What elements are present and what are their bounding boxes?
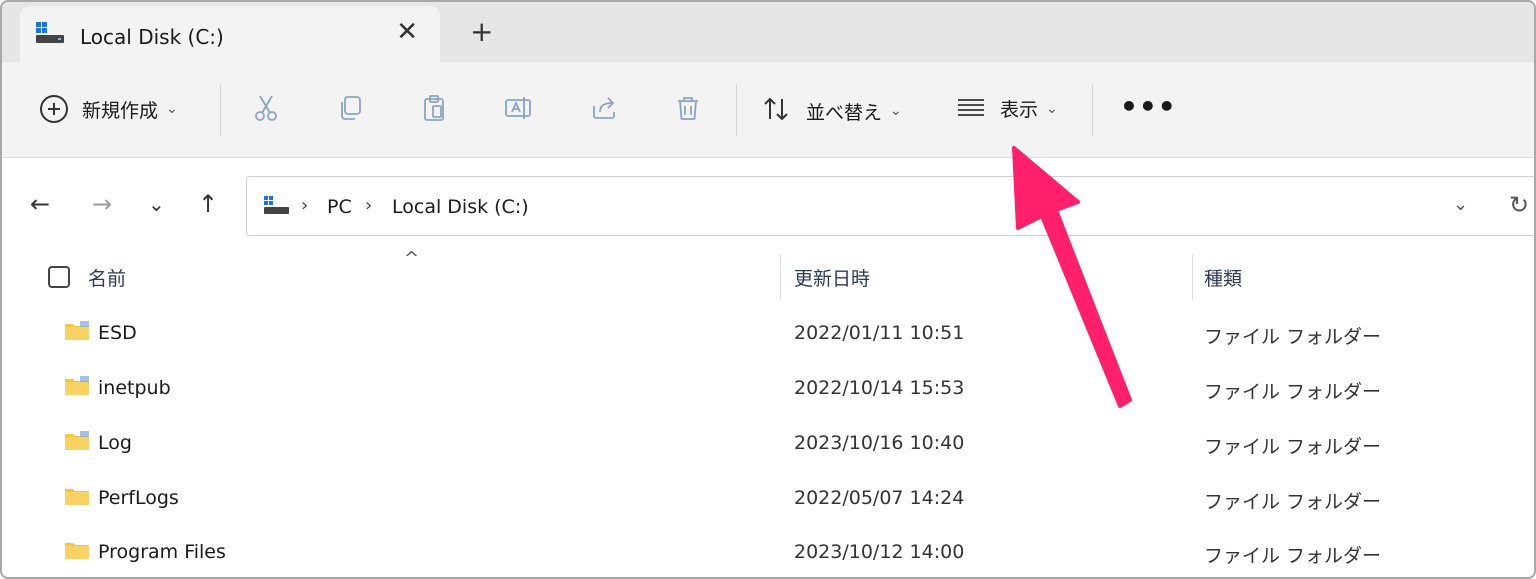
file-name: Log — [98, 432, 132, 454]
file-name: Program Files — [98, 541, 226, 563]
file-type: ファイル フォルダー — [1204, 545, 1382, 567]
cut-icon[interactable] — [250, 92, 282, 124]
more-options-button[interactable]: ••• — [1120, 90, 1177, 123]
toolbar-divider — [1092, 84, 1093, 136]
rename-icon[interactable] — [502, 92, 534, 124]
file-modified: 2023/10/12 14:00 — [794, 541, 965, 563]
file-type: ファイル フォルダー — [1204, 381, 1382, 403]
table-row[interactable]: Log 2023/10/16 10:40 ファイル フォルダー — [2, 416, 1534, 470]
column-divider[interactable] — [1192, 254, 1193, 300]
chevron-down-icon: ⌄ — [166, 101, 178, 117]
sort-icon — [762, 95, 792, 127]
toolbar-divider — [736, 84, 737, 136]
refresh-icon[interactable]: ↻ — [1509, 191, 1529, 219]
file-name: ESD — [98, 322, 137, 344]
copy-icon[interactable] — [334, 92, 366, 124]
column-header-modified[interactable]: 更新日時 — [794, 264, 870, 291]
drive-icon — [34, 20, 66, 50]
explorer-window: Local Disk (C:) ✕ + 新規作成 ⌄ 並べ替え ⌄ 表示 ⌄ •… — [0, 0, 1536, 579]
column-header-name[interactable]: 名前 — [88, 264, 126, 291]
delete-icon[interactable] — [672, 92, 704, 124]
close-icon[interactable]: ✕ — [396, 19, 418, 45]
paste-icon[interactable] — [418, 92, 450, 124]
view-label: 表示 — [1000, 99, 1039, 121]
forward-button[interactable]: → — [92, 192, 112, 216]
sort-button[interactable]: 並べ替え ⌄ — [762, 95, 902, 127]
view-button[interactable]: 表示 ⌄ — [956, 95, 1058, 122]
file-modified: 2023/10/16 10:40 — [794, 432, 965, 454]
sort-ascending-icon: ^ — [404, 248, 420, 269]
tab-local-disk[interactable]: Local Disk (C:) ✕ — [20, 6, 440, 66]
breadcrumb-pc[interactable]: PC — [327, 196, 352, 218]
new-button[interactable]: 新規作成 ⌄ — [40, 95, 178, 123]
file-name: PerfLogs — [98, 487, 179, 509]
toolbar-divider — [220, 84, 221, 136]
plus-circle-icon — [40, 95, 68, 123]
table-row[interactable]: PerfLogs 2022/05/07 14:24 ファイル フォルダー — [2, 471, 1534, 525]
table-row[interactable]: ESD 2022/01/11 10:51 ファイル フォルダー — [2, 306, 1534, 360]
folder-icon — [64, 375, 90, 401]
new-label: 新規作成 — [82, 99, 159, 122]
new-tab-button[interactable]: + — [470, 18, 493, 46]
folder-icon — [64, 430, 90, 456]
file-type: ファイル フォルダー — [1204, 491, 1382, 513]
file-name: inetpub — [98, 377, 171, 399]
folder-icon — [64, 539, 90, 565]
file-type: ファイル フォルダー — [1204, 436, 1382, 458]
command-bar: 新規作成 ⌄ 並べ替え ⌄ 表示 ⌄ ••• — [2, 62, 1534, 158]
table-row[interactable]: Program Files 2023/10/12 14:00 ファイル フォルダ… — [2, 525, 1534, 577]
share-icon[interactable] — [588, 92, 620, 124]
sort-label: 並べ替え — [806, 101, 883, 124]
chevron-down-icon: ⌄ — [1046, 100, 1058, 117]
back-button[interactable]: ← — [30, 192, 50, 216]
folder-icon — [64, 320, 90, 346]
breadcrumb-local-disk[interactable]: Local Disk (C:) — [392, 196, 529, 218]
select-all-checkbox[interactable] — [48, 266, 70, 288]
column-divider[interactable] — [780, 254, 781, 300]
table-row[interactable]: inetpub 2022/10/14 15:53 ファイル フォルダー — [2, 361, 1534, 415]
column-header-type[interactable]: 種類 — [1204, 264, 1242, 291]
address-bar[interactable]: › PC › Local Disk (C:) ⌄ ↻ — [246, 176, 1534, 236]
breadcrumb-separator[interactable]: › — [301, 195, 308, 216]
file-modified: 2022/05/07 14:24 — [794, 487, 965, 509]
tab-bar: Local Disk (C:) ✕ + — [2, 2, 1534, 66]
tab-title: Local Disk (C:) — [80, 25, 224, 49]
file-modified: 2022/01/11 10:51 — [794, 322, 965, 344]
breadcrumb-separator[interactable]: › — [365, 195, 372, 216]
chevron-down-icon: ⌄ — [890, 103, 902, 119]
folder-icon — [64, 485, 90, 511]
file-type: ファイル フォルダー — [1204, 326, 1382, 348]
address-dropdown-icon[interactable]: ⌄ — [1453, 194, 1468, 215]
drive-icon — [263, 195, 291, 221]
up-button[interactable]: ↑ — [198, 192, 218, 216]
view-lines-icon — [956, 96, 986, 122]
file-modified: 2022/10/14 15:53 — [794, 377, 965, 399]
recent-locations-button[interactable]: ⌄ — [148, 194, 165, 214]
